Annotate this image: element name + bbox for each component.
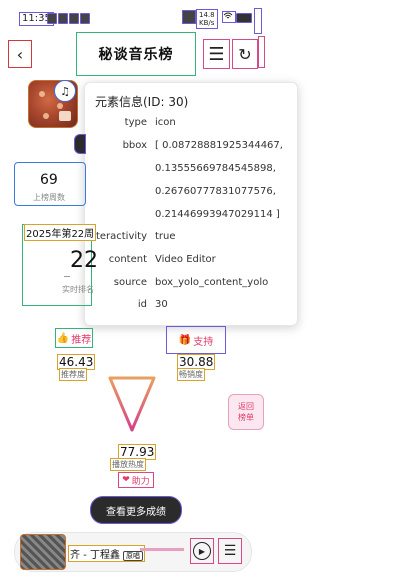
recommend-tab-label: 推荐 bbox=[71, 334, 92, 346]
menu-button[interactable]: ☰ bbox=[203, 39, 230, 69]
tooltip-value: 30 bbox=[155, 299, 168, 310]
battery-icon bbox=[236, 13, 252, 23]
original-tag: 原唱 bbox=[122, 551, 143, 561]
rank-triangle-icon bbox=[108, 376, 156, 432]
wifi-icon bbox=[222, 11, 236, 23]
playlist-button[interactable]: ☰ bbox=[218, 538, 242, 564]
play-badge-icon bbox=[59, 111, 71, 121]
player-title[interactable]: 齐 - 丁程鑫 原唱 bbox=[68, 545, 145, 562]
divider bbox=[64, 276, 70, 277]
tooltip-value: Video Editor bbox=[155, 254, 216, 265]
tooltip-key: type bbox=[124, 117, 147, 128]
tooltip-value: true bbox=[155, 231, 176, 242]
tooltip-key: source bbox=[113, 277, 147, 288]
tooltip-value: 0.21446993947029114 ] bbox=[155, 209, 280, 220]
support-tab-label: 支持 bbox=[193, 336, 214, 348]
network-speed-top: 14.8 bbox=[199, 11, 215, 19]
tooltip-value: 0.13555669784545898, bbox=[155, 163, 276, 174]
gift-icon: 🎁 bbox=[178, 334, 192, 346]
progress-track bbox=[140, 548, 184, 551]
boost-icon: ❤ bbox=[122, 475, 130, 485]
recommend-tab[interactable]: 👍 推荐 bbox=[55, 328, 93, 348]
play-button[interactable]: ▶ bbox=[190, 538, 214, 564]
back-to-chart-button[interactable]: 返回 榜单 bbox=[228, 394, 264, 430]
network-speed: 14.8 KB/s bbox=[196, 9, 218, 29]
current-rank: 22 bbox=[70, 248, 98, 273]
side-pill bbox=[74, 134, 86, 154]
current-week-label: 2025年第22周 bbox=[24, 224, 97, 241]
tooltip-value: [ 0.08728881925344467, bbox=[155, 140, 283, 151]
recommend-label: 推荐度 bbox=[59, 368, 87, 381]
thumbs-up-icon: 👍 bbox=[56, 332, 70, 344]
refresh-button[interactable]: ↻ bbox=[232, 39, 258, 69]
notification-icon bbox=[47, 13, 57, 24]
weeks-on-chart-value: 69 bbox=[40, 172, 58, 188]
notification-icon bbox=[80, 13, 90, 24]
chevron-left-icon: ‹ bbox=[16, 44, 24, 64]
tooltip-key: bbox bbox=[122, 140, 147, 151]
header-edge bbox=[258, 36, 265, 68]
support-label: 畅销度 bbox=[177, 368, 205, 381]
status-edge bbox=[254, 8, 262, 34]
support-tab[interactable]: 🎁 支持 bbox=[166, 326, 226, 354]
notification-icon bbox=[58, 13, 68, 24]
back-to-chart-line1: 返回 bbox=[238, 402, 254, 411]
view-more-button[interactable]: 查看更多成绩 bbox=[90, 496, 182, 524]
video-editor-icon[interactable]: ♫ bbox=[54, 80, 76, 102]
playlist-icon: ☰ bbox=[223, 543, 237, 559]
player-song-title: 齐 - 丁程鑫 bbox=[70, 550, 120, 561]
play-icon: ▶ bbox=[193, 542, 211, 560]
play-heat-label: 播放热度 bbox=[110, 458, 146, 471]
boost-button[interactable]: ❤ 助力 bbox=[118, 472, 154, 488]
realtime-rank-label: 实时排名 bbox=[62, 285, 94, 294]
boost-button-label: 助力 bbox=[131, 476, 150, 487]
back-button[interactable]: ‹ bbox=[8, 40, 32, 68]
element-info-tooltip: 元素信息(ID: 30) type icon bbox [ 0.08728881… bbox=[84, 82, 298, 326]
tooltip-value: 0.26760777831077576, bbox=[155, 186, 276, 197]
network-speed-unit: KB/s bbox=[199, 19, 215, 27]
signal-icon bbox=[182, 10, 196, 24]
notification-icon bbox=[69, 13, 79, 24]
menu-icon: ☰ bbox=[208, 43, 225, 65]
refresh-icon: ↻ bbox=[238, 44, 252, 64]
tooltip-value: box_yolo_content_yolo bbox=[155, 277, 269, 288]
page-title: 秘谈音乐榜 bbox=[76, 32, 196, 76]
weeks-on-chart-label: 上榜周数 bbox=[33, 193, 65, 202]
tooltip-title: 元素信息(ID: 30) bbox=[95, 95, 189, 109]
tooltip-key: content bbox=[108, 254, 147, 265]
player-cover[interactable] bbox=[20, 534, 66, 570]
status-bar: 11:35 14.8 KB/s bbox=[0, 0, 416, 34]
tooltip-key: id bbox=[137, 299, 147, 310]
back-to-chart-line2: 榜单 bbox=[238, 413, 254, 422]
tooltip-value: icon bbox=[155, 117, 176, 128]
